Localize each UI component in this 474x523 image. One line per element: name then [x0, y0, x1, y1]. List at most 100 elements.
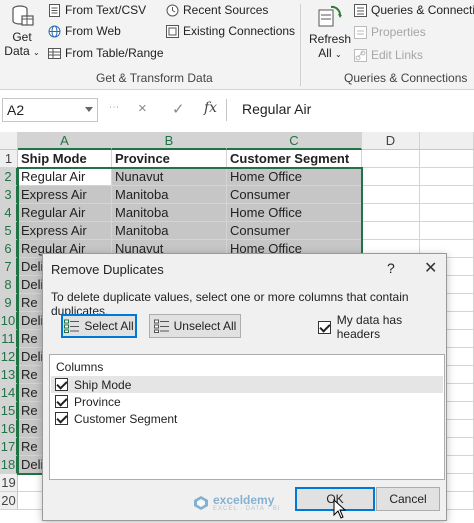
columns-list-header: Columns	[56, 360, 104, 374]
select-all-button[interactable]: Select All	[61, 314, 137, 338]
queries-icon	[354, 3, 367, 17]
cancel-icon[interactable]: ×	[138, 100, 147, 117]
cell[interactable]: Regular Air	[18, 204, 112, 222]
column-item-label: Customer Segment	[74, 411, 178, 426]
row-header[interactable]: 15	[0, 402, 18, 420]
row-header[interactable]: 2	[0, 168, 18, 186]
row-header[interactable]: 3	[0, 186, 18, 204]
row-header[interactable]: 19	[0, 474, 18, 492]
cell[interactable]	[420, 186, 474, 204]
cell[interactable]: Manitoba	[112, 186, 227, 204]
row-header[interactable]: 9	[0, 294, 18, 312]
column-item-label: Province	[74, 394, 121, 409]
chevron-down-icon[interactable]	[85, 107, 93, 112]
column-header-c[interactable]: C	[227, 132, 362, 150]
checkbox-checked-icon[interactable]	[55, 378, 68, 391]
cell[interactable]: Consumer	[227, 186, 362, 204]
row-header[interactable]: 14	[0, 384, 18, 402]
close-icon[interactable]: ✕	[424, 258, 437, 278]
get-data-button[interactable]: Get Data ⌄	[2, 0, 42, 66]
cell[interactable]	[420, 168, 474, 186]
column-header-a[interactable]: A	[18, 132, 112, 150]
refresh-label-2: All ⌄	[318, 46, 342, 60]
cell[interactable]: Home Office	[227, 168, 362, 186]
row-header[interactable]: 17	[0, 438, 18, 456]
row-header[interactable]: 13	[0, 366, 18, 384]
select-all-icon	[64, 319, 80, 333]
row-header[interactable]: 1	[0, 150, 18, 168]
from-web-button[interactable]: From Web	[48, 24, 121, 38]
cell[interactable]	[362, 222, 420, 240]
checkbox-checked-icon[interactable]	[55, 395, 68, 408]
unselect-all-icon	[153, 319, 169, 333]
column-item-province[interactable]: Province	[51, 393, 443, 410]
column-header-e[interactable]	[420, 132, 474, 150]
cell[interactable]: Nunavut	[112, 168, 227, 186]
properties-icon	[354, 25, 367, 39]
select-all-corner[interactable]	[0, 132, 18, 150]
cancel-button[interactable]: Cancel	[376, 487, 440, 511]
exceldemy-watermark: exceldemy EXCEL · DATA · BI	[193, 494, 281, 512]
cell[interactable]: Consumer	[227, 222, 362, 240]
column-item-customer-segment[interactable]: Customer Segment	[51, 410, 443, 427]
cell[interactable]: Customer Segment	[227, 150, 362, 168]
cell[interactable]: Province	[112, 150, 227, 168]
row-header[interactable]: 16	[0, 420, 18, 438]
name-box-value: A2	[7, 102, 25, 118]
row-header[interactable]: 20	[0, 492, 18, 510]
cancel-label: Cancel	[389, 492, 427, 506]
from-text-csv-button[interactable]: From Text/CSV	[48, 3, 146, 17]
cell[interactable]: Regular Air	[18, 168, 112, 186]
row-header[interactable]: 12	[0, 348, 18, 366]
unselect-all-button[interactable]: Unselect All	[149, 314, 241, 338]
cell[interactable]	[362, 168, 420, 186]
properties-label: Properties	[371, 25, 426, 39]
cell[interactable]	[362, 150, 420, 168]
queries-connections-button[interactable]: Queries & Connections	[354, 3, 474, 17]
database-icon	[12, 5, 34, 26]
existing-connections-button[interactable]: Existing Connections	[166, 24, 295, 38]
more-icon[interactable]: ⋮	[108, 102, 119, 113]
cell[interactable]: Express Air	[18, 222, 112, 240]
cell[interactable]	[362, 186, 420, 204]
refresh-label-1: Refresh	[308, 32, 352, 46]
insert-function-icon[interactable]: fx	[204, 100, 217, 116]
cell[interactable]: Manitoba	[112, 222, 227, 240]
cell[interactable]: Ship Mode	[18, 150, 112, 168]
cell[interactable]: Home Office	[227, 204, 362, 222]
column-header-d[interactable]: D	[362, 132, 420, 150]
cell[interactable]: Express Air	[18, 186, 112, 204]
row-header[interactable]: 4	[0, 204, 18, 222]
checkbox-checked-icon[interactable]	[318, 320, 331, 334]
recent-sources-button[interactable]: Recent Sources	[166, 3, 268, 17]
edit-links-button[interactable]: Edit Links	[354, 48, 423, 62]
existing-connections-label: Existing Connections	[183, 24, 296, 38]
cell[interactable]	[362, 204, 420, 222]
checkbox-checked-icon[interactable]	[55, 412, 68, 425]
row-header[interactable]: 8	[0, 276, 18, 294]
my-data-has-headers-checkbox[interactable]: My data has headers	[318, 313, 446, 341]
from-table-range-label: From Table/Range	[65, 46, 164, 60]
from-table-range-button[interactable]: From Table/Range	[48, 46, 164, 60]
queries-connections-label: Queries & Connections	[371, 3, 474, 17]
refresh-all-button[interactable]: Refresh All ⌄	[306, 0, 354, 66]
row-header[interactable]: 5	[0, 222, 18, 240]
cell[interactable]	[420, 204, 474, 222]
properties-button[interactable]: Properties	[354, 25, 426, 39]
cell[interactable]: Manitoba	[112, 204, 227, 222]
column-item-ship-mode[interactable]: Ship Mode	[51, 376, 443, 393]
row-header[interactable]: 7	[0, 258, 18, 276]
globe-icon	[48, 25, 61, 37]
row-header[interactable]: 18	[0, 456, 18, 474]
row-header[interactable]: 10	[0, 312, 18, 330]
cell[interactable]	[420, 222, 474, 240]
group-label-get-transform: Get & Transform Data	[96, 71, 213, 85]
formula-content[interactable]: Regular Air	[242, 101, 311, 117]
enter-icon[interactable]: ✓	[172, 100, 185, 118]
cell[interactable]	[420, 150, 474, 168]
name-box[interactable]: A2	[2, 98, 98, 122]
help-icon[interactable]: ?	[387, 260, 395, 276]
row-header[interactable]: 11	[0, 330, 18, 348]
row-header[interactable]: 6	[0, 240, 18, 258]
column-header-b[interactable]: B	[112, 132, 227, 150]
